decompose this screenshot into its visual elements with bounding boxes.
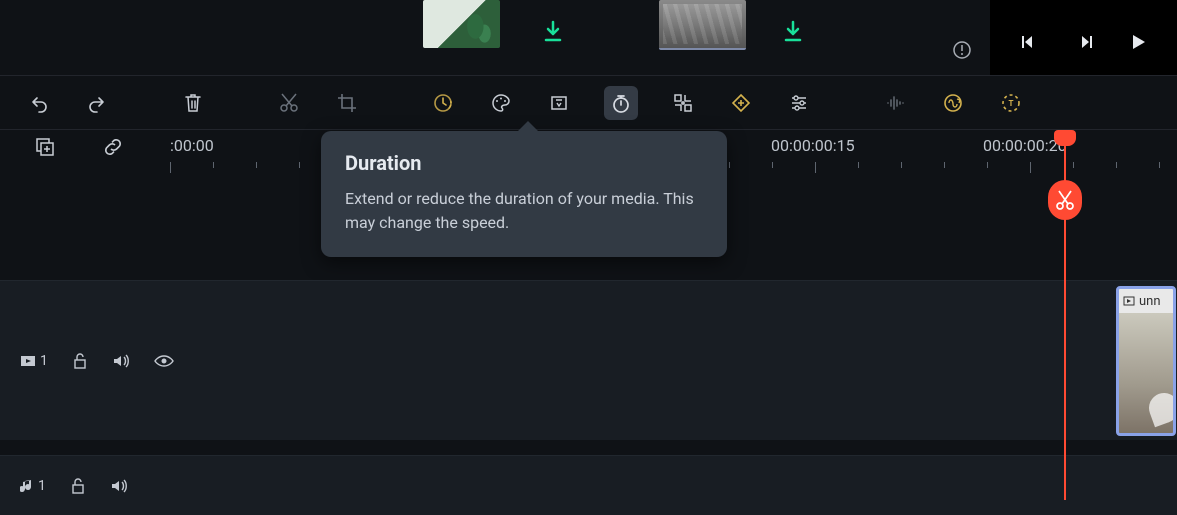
mute-icon[interactable]	[112, 353, 130, 369]
audio-track[interactable]: 1	[0, 455, 1177, 515]
svg-text:T: T	[1009, 99, 1014, 108]
clip-thumbnail	[1119, 313, 1173, 433]
adjust-icon[interactable]	[786, 90, 812, 116]
timeline-toolbar: T	[0, 75, 1177, 130]
audio-track-body[interactable]	[170, 456, 1177, 515]
track-type-icon: 1	[20, 353, 48, 369]
ruler-label: :00:00	[170, 136, 214, 155]
add-track-icon[interactable]	[34, 136, 56, 158]
timeline-tracks: 1 1	[0, 180, 1177, 501]
play-button[interactable]	[1129, 33, 1147, 51]
ruler-label: 00:00:00:15	[771, 136, 855, 155]
step-back-button[interactable]	[1021, 33, 1039, 51]
audio-stretch-icon[interactable]	[940, 90, 966, 116]
mute-icon[interactable]	[110, 478, 128, 494]
speed-icon[interactable]	[430, 90, 456, 116]
ruler-controls	[0, 136, 170, 158]
delete-button[interactable]	[180, 90, 206, 116]
lock-icon[interactable]	[70, 477, 86, 495]
video-track-head: 1	[0, 281, 170, 440]
lock-icon[interactable]	[72, 352, 88, 370]
ruler-label: 00:00:00:20	[983, 136, 1067, 155]
cut-icon[interactable]	[276, 90, 302, 116]
crop-icon[interactable]	[334, 90, 360, 116]
link-icon[interactable]	[102, 136, 124, 158]
download-icon[interactable]	[543, 20, 563, 42]
text-anim-icon[interactable]: T	[998, 90, 1024, 116]
redo-button[interactable]	[84, 90, 110, 116]
audio-wave-icon[interactable]	[882, 90, 908, 116]
playback-panel	[990, 0, 1177, 75]
video-track[interactable]: 1	[0, 280, 1177, 440]
audio-track-head: 1	[0, 456, 170, 515]
track-index: 1	[38, 478, 46, 494]
mask-icon[interactable]	[546, 90, 572, 116]
keyframe-icon[interactable]	[728, 90, 754, 116]
media-strip	[0, 0, 1177, 75]
tooltip-title: Duration	[345, 151, 703, 175]
clip-header: unn	[1119, 289, 1173, 313]
smart-cut-icon[interactable]	[670, 90, 696, 116]
timeline-clip[interactable]: unn	[1116, 286, 1176, 436]
media-thumbnail[interactable]	[423, 0, 500, 48]
undo-button[interactable]	[26, 90, 52, 116]
step-forward-button[interactable]	[1075, 33, 1093, 51]
color-icon[interactable]	[488, 90, 514, 116]
video-track-body[interactable]	[170, 281, 1177, 440]
duration-button[interactable]	[604, 86, 638, 120]
media-thumbnail[interactable]	[659, 0, 746, 50]
track-type-icon: 1	[20, 478, 46, 494]
clip-label: unn	[1139, 294, 1161, 309]
warning-icon[interactable]	[952, 40, 972, 60]
download-icon[interactable]	[783, 20, 803, 42]
track-index: 1	[40, 353, 48, 369]
